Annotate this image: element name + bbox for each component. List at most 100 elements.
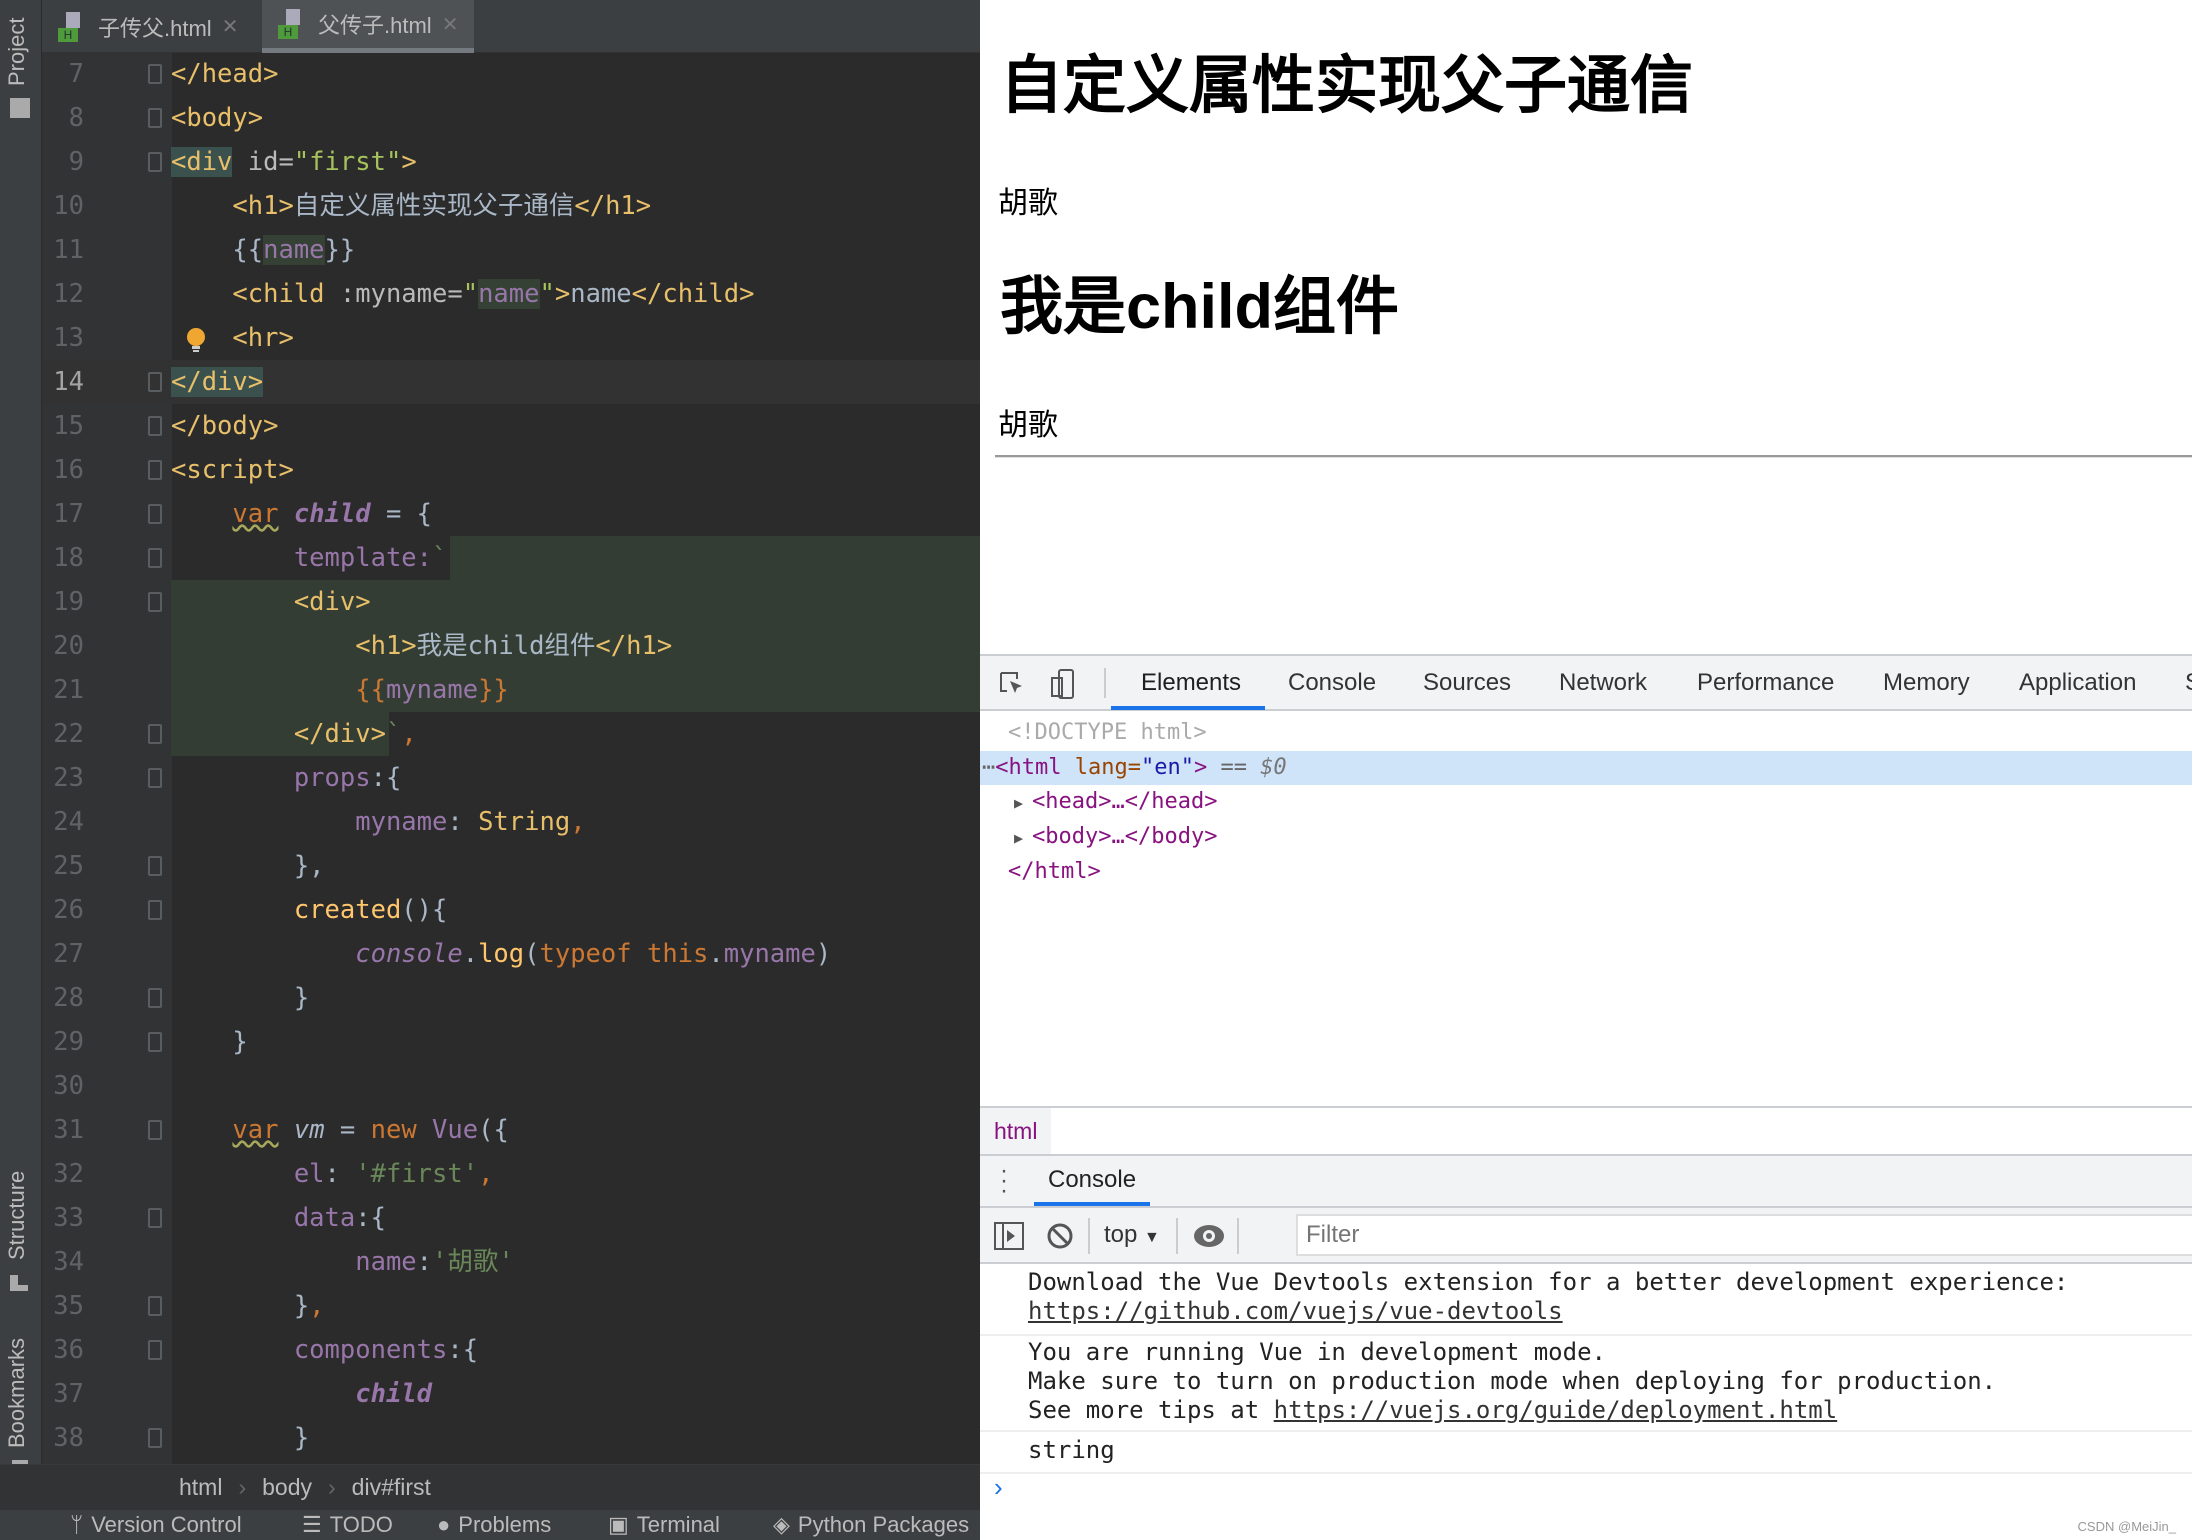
dom-head-node[interactable]: ▶ <head>…</head>: [980, 785, 2192, 819]
code-line[interactable]: 15 </body>: [42, 404, 980, 448]
close-icon[interactable]: ✕: [222, 14, 239, 39]
fold-marker-icon[interactable]: [148, 1032, 162, 1052]
code-line[interactable]: 17 var child = {: [42, 492, 980, 536]
code-line[interactable]: 24 myname: String,: [42, 800, 980, 844]
fold-marker-icon[interactable]: [148, 460, 162, 480]
deployment-link[interactable]: https://vuejs.org/guide/deployment.html: [1274, 1396, 1838, 1424]
breadcrumb-html[interactable]: html: [179, 1474, 222, 1501]
fold-marker-icon[interactable]: [148, 504, 162, 524]
tab-security-truncated[interactable]: S: [2185, 656, 2192, 709]
terminal-button[interactable]: ▣ Terminal: [608, 1512, 720, 1538]
eye-icon[interactable]: [1192, 1222, 1226, 1250]
tab-sources[interactable]: Sources: [1423, 656, 1511, 709]
code-line[interactable]: 16 <script>: [42, 448, 980, 492]
breadcrumb-html[interactable]: html: [980, 1108, 1052, 1154]
fold-marker-icon[interactable]: [148, 548, 162, 568]
code-line[interactable]: 25 },: [42, 844, 980, 888]
code-line[interactable]: 26 created(){: [42, 888, 980, 932]
drawer-tab-console[interactable]: Console: [1034, 1156, 1151, 1206]
context-selector[interactable]: top ▼: [1104, 1208, 1160, 1262]
code-line[interactable]: 36 components:{: [42, 1328, 980, 1372]
fold-marker-icon[interactable]: [148, 64, 162, 84]
ide-editor-panel: Project Structure Bookmarks 子传父.html ✕ 父…: [0, 0, 980, 1540]
tab-network[interactable]: Network: [1559, 656, 1647, 709]
devtools-link[interactable]: https://github.com/vuejs/vue-devtools: [1028, 1297, 1563, 1325]
expand-triangle-icon[interactable]: ▶: [1014, 794, 1032, 812]
attr-value: "en": [1140, 755, 1194, 780]
lightbulb-icon[interactable]: [186, 328, 206, 354]
code-line[interactable]: 30: [42, 1064, 980, 1108]
code-line[interactable]: 22 </div>`,: [42, 712, 980, 756]
code-line[interactable]: 10 <h1>自定义属性实现父子通信</h1>: [42, 184, 980, 228]
code-line[interactable]: 21 {{myname}}: [42, 668, 980, 712]
expand-triangle-icon[interactable]: ▶: [1014, 829, 1032, 847]
code-line[interactable]: 27 console.log(typeof this.myname): [42, 932, 980, 976]
code-line[interactable]: 23 props:{: [42, 756, 980, 800]
code-editor[interactable]: 7 </head> 8 <body> 9 <div id="first"> 10 <h1>自…: [42, 52, 980, 1464]
tab-console[interactable]: Console: [1288, 656, 1376, 709]
close-icon[interactable]: ✕: [442, 12, 459, 37]
code-line[interactable]: 12 <child :myname="name">name</child>: [42, 272, 980, 316]
version-control-button[interactable]: ᛘ Version Control: [70, 1512, 242, 1538]
python-packages-button[interactable]: ◈ Python Packages: [773, 1512, 969, 1538]
code-line[interactable]: 32 el: '#first',: [42, 1152, 980, 1196]
tab-memory[interactable]: Memory: [1883, 656, 1970, 709]
todo-button[interactable]: ☰ TODO: [302, 1512, 393, 1538]
code-line[interactable]: 13 <hr>: [42, 316, 980, 360]
tab-fuchuanzi[interactable]: 父传子.html ✕: [262, 0, 475, 53]
code-line[interactable]: 28 }: [42, 976, 980, 1020]
code-line[interactable]: 19 <div>: [42, 580, 980, 624]
tab-zichuanfu[interactable]: 子传父.html ✕: [42, 0, 254, 53]
fold-marker-icon[interactable]: [148, 1296, 162, 1316]
bookmarks-tool-button[interactable]: Bookmarks: [4, 1338, 30, 1448]
code-line[interactable]: 7 </head>: [42, 52, 980, 96]
device-toolbar-icon[interactable]: [1050, 668, 1076, 700]
fold-marker-icon[interactable]: [148, 1120, 162, 1140]
code-line[interactable]: 11 {{name}}: [42, 228, 980, 272]
code-line[interactable]: 18 template:`: [42, 536, 980, 580]
fold-marker-icon[interactable]: [148, 152, 162, 172]
code-line[interactable]: 9 <div id="first">: [42, 140, 980, 184]
dom-doctype[interactable]: <!DOCTYPE html>: [980, 716, 2192, 750]
fold-marker-icon[interactable]: [148, 1208, 162, 1228]
kebab-menu-icon[interactable]: · · ·: [1000, 1159, 1008, 1203]
code-line[interactable]: 38 }: [42, 1416, 980, 1460]
sidebar-toggle-icon[interactable]: [994, 1222, 1024, 1250]
console-filter-input[interactable]: [1296, 1214, 2192, 1256]
tab-elements[interactable]: Elements: [1141, 656, 1241, 709]
breadcrumb-div-first[interactable]: div#first: [352, 1474, 431, 1501]
dom-html-node[interactable]: ⋯<html lang="en"> == $0: [980, 751, 2192, 785]
tab-application[interactable]: Application: [2019, 656, 2136, 709]
breadcrumb-body[interactable]: body: [262, 1474, 312, 1501]
dom-body-node[interactable]: ▶ <body>…</body>: [980, 820, 2192, 854]
more-icon[interactable]: ⋯: [982, 755, 995, 780]
fold-marker-icon[interactable]: [148, 1340, 162, 1360]
code-line[interactable]: 33 data:{: [42, 1196, 980, 1240]
code-line[interactable]: 14 </div>: [42, 360, 980, 404]
code-line[interactable]: 31 var vm = new Vue({: [42, 1108, 980, 1152]
code-token: .: [708, 939, 724, 969]
code-line[interactable]: 37 child: [42, 1372, 980, 1416]
inspect-element-icon[interactable]: [998, 670, 1026, 698]
fold-marker-icon[interactable]: [148, 592, 162, 612]
console-prompt-icon[interactable]: ›: [994, 1472, 1003, 1503]
structure-tool-button[interactable]: Structure: [4, 1171, 30, 1260]
fold-marker-icon[interactable]: [148, 988, 162, 1008]
fold-marker-icon[interactable]: [148, 108, 162, 128]
fold-marker-icon[interactable]: [148, 1428, 162, 1448]
code-line[interactable]: 35 },: [42, 1284, 980, 1328]
clear-console-icon[interactable]: [1046, 1222, 1074, 1250]
fold-marker-icon[interactable]: [148, 856, 162, 876]
code-line[interactable]: 29 }: [42, 1020, 980, 1064]
tab-performance[interactable]: Performance: [1697, 656, 1834, 709]
fold-marker-icon[interactable]: [148, 724, 162, 744]
problems-button[interactable]: ● Problems: [437, 1512, 551, 1538]
fold-marker-icon[interactable]: [148, 416, 162, 436]
code-line[interactable]: 8 <body>: [42, 96, 980, 140]
code-line[interactable]: 20 <h1>我是child组件</h1>: [42, 624, 980, 668]
fold-marker-icon[interactable]: [148, 768, 162, 788]
project-tool-button[interactable]: Project: [4, 18, 30, 86]
fold-marker-icon[interactable]: [148, 372, 162, 392]
code-line[interactable]: 34 name:'胡歌': [42, 1240, 980, 1284]
fold-marker-icon[interactable]: [148, 900, 162, 920]
